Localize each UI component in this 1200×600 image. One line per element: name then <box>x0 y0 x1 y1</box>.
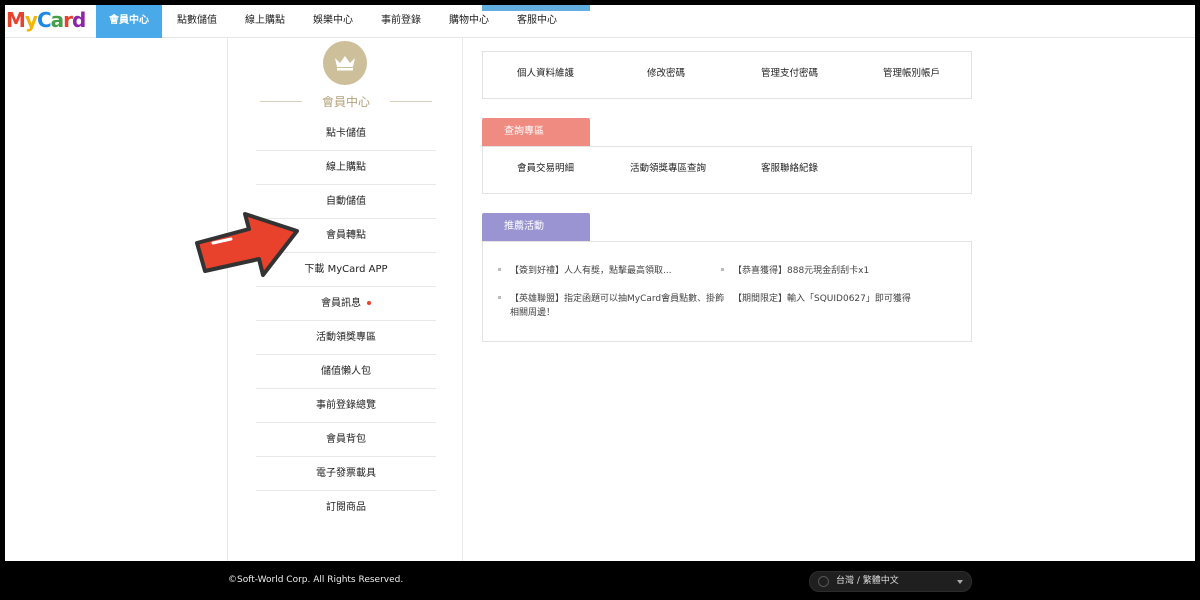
sidebar-item-e-invoice-carrier[interactable]: 電子發票載具 <box>256 457 436 491</box>
bullet-icon <box>721 268 724 271</box>
sidebar-item-online-purchase[interactable]: 線上購點 <box>256 151 436 185</box>
copyright-text: ©Soft-World Corp. All Rights Reserved. <box>228 575 404 585</box>
account-panel-tab <box>482 5 590 11</box>
footer: ©Soft-World Corp. All Rights Reserved. 台… <box>0 561 1200 600</box>
link-change-password[interactable]: 修改密碼 <box>647 52 685 96</box>
link-payment-password[interactable]: 管理支付密碼 <box>761 52 818 96</box>
chevron-down-icon <box>957 580 963 584</box>
nav-points-topup[interactable]: 點數儲值 <box>165 5 229 38</box>
link-profile[interactable]: 個人資料維護 <box>517 52 574 96</box>
sidebar-title: 會員中心 <box>258 93 434 110</box>
nav-entertainment[interactable]: 娛樂中心 <box>301 5 365 38</box>
sidebar-menu: 點卡儲值 線上購點 自動儲值 會員轉點 下載 MyCard APP 會員訊息 活… <box>256 117 436 525</box>
globe-icon <box>818 576 829 587</box>
query-panel-tab: 查詢專區 <box>482 118 590 146</box>
bullet-icon <box>721 296 724 299</box>
promo-panel: 【簽到好禮】人人有獎，點擊最高領取... 【恭喜獲得】888元現金刮刮卡x1 【… <box>482 241 972 342</box>
red-arrow-icon <box>195 212 299 277</box>
sidebar-item-card-topup[interactable]: 點卡儲值 <box>256 117 436 151</box>
nav-online-purchase[interactable]: 線上購點 <box>233 5 297 38</box>
link-service-records[interactable]: 客服聯絡紀錄 <box>761 147 818 191</box>
mycard-logo[interactable]: MyCard <box>6 8 86 32</box>
nav-member-center[interactable]: 會員中心 <box>96 5 162 38</box>
crown-icon <box>323 41 367 85</box>
bullet-icon <box>498 268 501 271</box>
link-sub-accounts[interactable]: 管理帳別帳戶 <box>883 52 940 96</box>
sidebar-item-rewards[interactable]: 活動領獎專區 <box>256 321 436 355</box>
account-panel: 個人資料維護 修改密碼 管理支付密碼 管理帳別帳戶 <box>482 51 972 99</box>
top-navigation: MyCard 會員中心 點數儲值 線上購點 娛樂中心 事前登錄 購物中心 客服中… <box>5 5 1195 38</box>
nav-pre-registration[interactable]: 事前登錄 <box>369 5 433 38</box>
notification-dot <box>367 301 371 305</box>
event-item-continued[interactable]: 相關周邊！ <box>510 306 555 320</box>
event-item[interactable]: 【英雄聯盟】指定函題可以抽MyCard會員點數、掛飾 <box>498 292 724 306</box>
page-frame: MyCard 會員中心 點數儲值 線上購點 娛樂中心 事前登錄 購物中心 客服中… <box>5 5 1195 561</box>
account-links: 個人資料維護 修改密碼 管理支付密碼 管理帳別帳戶 <box>483 52 971 98</box>
link-rewards-query[interactable]: 活動領獎專區查詢 <box>630 147 706 191</box>
language-selector[interactable]: 台灣 / 繁體中文 <box>809 571 972 592</box>
sidebar-item-subscriptions[interactable]: 訂閱商品 <box>256 491 436 525</box>
sidebar-item-label: 會員訊息 <box>321 298 361 309</box>
member-sidebar: 會員中心 點卡儲值 線上購點 自動儲值 會員轉點 下載 MyCard APP 會… <box>227 38 463 561</box>
link-transaction-details[interactable]: 會員交易明細 <box>517 147 574 191</box>
language-label: 台灣 / 繁體中文 <box>836 576 899 586</box>
query-panel: 會員交易明細 活動領獎專區查詢 客服聯絡紀錄 <box>482 146 972 194</box>
sidebar-item-member-backpack[interactable]: 會員背包 <box>256 423 436 457</box>
sidebar-item-preregistration-overview[interactable]: 事前登錄總覽 <box>256 389 436 423</box>
event-item[interactable]: 【恭喜獲得】888元現金刮刮卡x1 <box>721 264 869 278</box>
event-item[interactable]: 【期間限定】輸入「SQUID0627」即可獲得 <box>721 292 911 306</box>
sidebar-item-member-messages[interactable]: 會員訊息 <box>256 287 436 321</box>
promo-panel-tab: 推薦活動 <box>482 213 590 241</box>
sidebar-item-topup-guide[interactable]: 儲值懶人包 <box>256 355 436 389</box>
event-item[interactable]: 【簽到好禮】人人有獎，點擊最高領取... <box>498 264 672 278</box>
query-links: 會員交易明細 活動領獎專區查詢 客服聯絡紀錄 <box>483 147 971 193</box>
bullet-icon <box>498 296 501 299</box>
